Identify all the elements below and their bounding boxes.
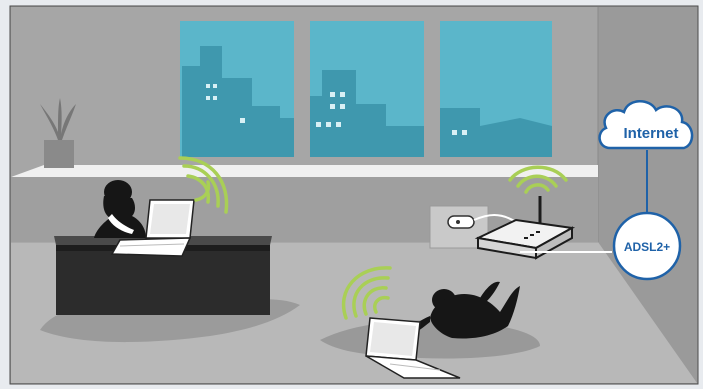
adsl-label: ADSL2+ — [624, 240, 670, 254]
internet-label: Internet — [623, 125, 678, 142]
adsl-badge: ADSL2+ — [612, 211, 682, 281]
network-scene-frame: Internet ADSL2+ — [0, 0, 703, 389]
window-right — [440, 21, 552, 157]
window-left — [180, 21, 294, 157]
window-sill — [11, 165, 598, 177]
window-middle — [310, 21, 424, 157]
home-network-illustration: Internet ADSL2+ — [9, 5, 699, 385]
